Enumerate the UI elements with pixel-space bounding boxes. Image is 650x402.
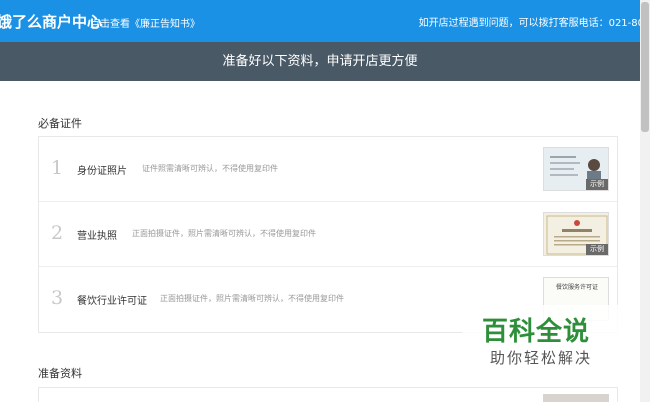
integrity-notice-link[interactable]: 点击查看《廉正告知书》	[90, 15, 200, 30]
doc-name: 餐饮行业许可证	[77, 296, 147, 307]
page-scrollbar[interactable]	[640, 0, 650, 402]
watermark-subtitle: 助你轻松解决	[490, 349, 593, 367]
section-title-required: 必备证件	[38, 117, 82, 130]
doc-hint: 正面拍摄证件，照片需清晰可辨认，不得使用复印件	[132, 229, 316, 238]
page-banner: 准备好以下资料，申请开店更方便	[0, 42, 640, 81]
service-phone-text: 如开店过程遇到问题，可以拨打客服电话：021-80	[418, 18, 644, 29]
row-number: 3	[51, 287, 64, 309]
doc-hint: 正面拍摄证件，照片需清晰可辨认，不得使用复印件	[160, 294, 344, 303]
thumb-caption: 餐饮服务许可证	[555, 284, 598, 291]
watermark-title: 百科全说	[482, 317, 591, 347]
business-license-example-thumb[interactable]: 示例	[543, 212, 609, 256]
logo[interactable]: 饿了么商户中心	[0, 11, 102, 32]
doc-name: 身份证照片	[77, 166, 127, 177]
prep-doc-thumb[interactable]	[543, 394, 609, 402]
prep-docs-card	[38, 387, 618, 402]
watermark: 百科全说 助你轻松解决	[462, 305, 632, 380]
doc-row-business-license: 2 营业执照 正面拍摄证件，照片需清晰可辨认，不得使用复印件 示例	[39, 202, 617, 267]
id-card-example-thumb[interactable]: 示例	[543, 147, 609, 191]
example-badge: 示例	[586, 244, 608, 255]
doc-row-id-card: 1 身份证照片 证件照需清晰可辨认，不得使用复印件 示例	[39, 137, 617, 202]
scrollbar-thumb[interactable]	[641, 2, 649, 132]
row-number: 2	[51, 222, 64, 244]
doc-hint: 证件照需清晰可辨认，不得使用复印件	[142, 164, 278, 173]
example-badge: 示例	[586, 179, 608, 190]
required-docs-card: 1 身份证照片 证件照需清晰可辨认，不得使用复印件 示例 2 营业执照 正面拍摄…	[38, 136, 618, 333]
top-bar: 饿了么商户中心 点击查看《廉正告知书》 如开店过程遇到问题，可以拨打客服电话：0…	[0, 0, 644, 42]
section-title-prepare: 准备资料	[38, 367, 82, 380]
doc-name: 营业执照	[77, 231, 117, 242]
row-number: 1	[51, 157, 64, 179]
